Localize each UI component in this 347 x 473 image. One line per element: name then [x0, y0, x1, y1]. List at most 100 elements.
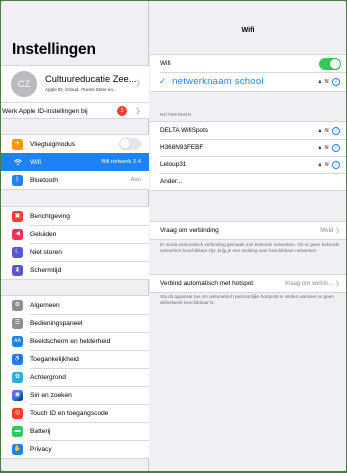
speaker-icon: ◀ [12, 228, 23, 240]
wifi-toggle[interactable] [319, 57, 341, 70]
update-badge: 1 [117, 106, 127, 116]
info-icon[interactable]: i [332, 77, 340, 86]
sidebar-item-label: Privacy [30, 445, 52, 453]
ask-to-join-footer: Er wordt automatisch verbinding gemaakt … [160, 242, 340, 253]
network-status-icons: 🔒︎ ≋ i [318, 160, 340, 169]
sidebar-item-beeldscherm[interactable]: AA Beeldscherm en helderheid [1, 332, 149, 350]
ask-to-join-value-text: Meld [320, 228, 334, 234]
toggle-knob [330, 58, 340, 69]
sidebar-item-label: Touch ID en toegangscode [30, 409, 109, 417]
sidebar-item-label: Geluiden [30, 230, 57, 238]
lock-icon: 🔒︎ [318, 144, 322, 151]
sidebar-item-batterij[interactable]: ▬ Batterij [1, 422, 149, 440]
siri-icon: ◉ [12, 389, 23, 401]
ask-to-join-row[interactable]: Vraag om verbinding Meld ❯ [150, 222, 346, 239]
chevron-right-icon: ❯ [334, 281, 340, 287]
ask-to-join-group: Vraag om verbinding Meld ❯ [150, 221, 346, 240]
hand-icon: ✋ [12, 443, 23, 455]
sidebar-item-niet-storen[interactable]: ☾ Niet storen [1, 243, 149, 261]
profile-name: Cultuureducatie Zee... [45, 74, 137, 84]
ask-to-join-value: Meld ❯ [320, 227, 340, 234]
lock-icon: 🔒︎ [318, 127, 322, 134]
flower-icon: ✿ [12, 371, 23, 383]
page-title: Instellingen [12, 41, 96, 58]
settings-sidebar: Instellingen CZ Cultuureducatie Zee... A… [1, 1, 149, 471]
general-group: ⚙ Algemeen ☰ Bedieningspaneel AA Beeldsc… [1, 295, 149, 459]
info-icon[interactable]: i [332, 160, 340, 169]
battery-settings-icon: ▬ [12, 425, 23, 437]
wifi-main-group: Wifi ✓ netwerknaam school 🔒︎ ≋ i [150, 54, 346, 92]
info-icon[interactable]: i [332, 126, 340, 135]
sidebar-item-bedieningspaneel[interactable]: ☰ Bedieningspaneel [1, 314, 149, 332]
auto-join-hotspot-label: Verbind automatisch met hotspot [160, 280, 254, 287]
sidebar-item-label: Achtergrond [30, 373, 66, 381]
sidebar-item-achtergrond[interactable]: ✿ Achtergrond [1, 368, 149, 386]
network-row[interactable]: DELTA WifiSpots 🔒︎ ≋ i [150, 122, 346, 139]
sidebar-item-label: Beeldscherm en helderheid [30, 337, 111, 345]
sidebar-item-siri[interactable]: ◉ Siri en zoeken [1, 386, 149, 404]
sidebar-item-label: Bluetooth [30, 176, 58, 184]
ask-to-join-label: Vraag om verbinding [160, 227, 219, 234]
network-row[interactable]: H368N93FEBF 🔒︎ ≋ i [150, 139, 346, 156]
sidebar-item-schermtijd[interactable]: ⧗ Schermtijd [1, 261, 149, 279]
network-status-icons: 🔒︎ ≋ i [318, 126, 340, 135]
other-network-row[interactable]: Ander... [150, 173, 346, 190]
update-apple-id-label: Werk Apple ID-instellingen bij [2, 108, 88, 115]
wifi-icon [12, 156, 23, 168]
auto-join-hotspot-value-text: Vraag om verbin... [284, 281, 334, 287]
sidebar-item-wifi[interactable]: Wifi Bifi netwerk 2.4 [1, 153, 149, 171]
network-status-icons: 🔒︎ ≋ i [318, 77, 340, 86]
wifi-signal-icon: ≋ [324, 161, 329, 168]
wifi-detail-pane: Wifi Wifi ✓ netwerknaam school 🔒︎ ≋ i NE… [150, 1, 346, 471]
connected-network-row[interactable]: ✓ netwerknaam school 🔒︎ ≋ i [150, 72, 346, 91]
network-name: DELTA WifiSpots [160, 127, 209, 134]
network-status-icons: 🔒︎ ≋ i [318, 143, 340, 152]
sidebar-item-geluiden[interactable]: ◀ Geluiden [1, 225, 149, 243]
sidebar-item-label: Algemeen [30, 301, 60, 309]
wifi-toggle-row: Wifi [150, 55, 346, 72]
hotspot-group: Verbind automatisch met hotspot Vraag om… [150, 274, 346, 293]
bluetooth-status: Aan [130, 177, 141, 183]
other-network-label: Ander... [160, 178, 183, 185]
airplane-mode-toggle[interactable] [119, 138, 141, 150]
sidebar-item-label: Siri en zoeken [30, 391, 72, 399]
sidebar-item-label: Toegankelijkheid [30, 355, 79, 363]
lock-icon: 🔒︎ [318, 161, 322, 168]
sidebar-item-label: Vliegtuigmodus [30, 140, 76, 148]
text-size-icon: AA [12, 335, 23, 347]
ipad-screen: 15:04 Vr 16 apr. ≋ 49% Instellingen CZ C… [1, 1, 346, 471]
sidebar-item-berichtgeving[interactable]: ▣ Berichtgeving [1, 207, 149, 225]
chevron-right-icon: ❯ [135, 108, 141, 115]
network-name: H368N93FEBF [160, 144, 204, 151]
network-name: Leloup31 [160, 161, 187, 168]
sidebar-item-vliegtuigmodus[interactable]: ✈ Vliegtuigmodus [1, 135, 149, 153]
sidebar-item-label: Batterij [30, 427, 51, 435]
info-icon[interactable]: i [332, 143, 340, 152]
hourglass-icon: ⧗ [12, 264, 23, 276]
network-row[interactable]: Leloup31 🔒︎ ≋ i [150, 156, 346, 173]
moon-icon: ☾ [12, 246, 23, 258]
airplane-icon: ✈ [12, 138, 23, 150]
sliders-icon: ☰ [12, 317, 23, 329]
profile-subtitle: Apple ID, iCloud, iTunes Store en... [45, 87, 117, 92]
detail-title: Wifi [241, 25, 255, 34]
hotspot-footer: Sta dit apparaat toe om automatisch pers… [160, 294, 334, 305]
wifi-signal-icon: ≋ [324, 78, 329, 85]
update-apple-id-row[interactable]: Werk Apple ID-instellingen bij 1 ❯ [1, 103, 149, 120]
bluetooth-icon: ᛒ [12, 174, 23, 186]
sidebar-item-algemeen[interactable]: ⚙ Algemeen [1, 296, 149, 314]
sidebar-item-privacy[interactable]: ✋ Privacy [1, 440, 149, 458]
apple-id-profile[interactable]: CZ Cultuureducatie Zee... Apple ID, iClo… [1, 65, 149, 119]
avatar: CZ [11, 71, 37, 97]
sidebar-item-touch-id[interactable]: ◎ Touch ID en toegangscode [1, 404, 149, 422]
sidebar-item-toegankelijkheid[interactable]: ♿ Toegankelijkheid [1, 350, 149, 368]
sidebar-item-label: Niet storen [30, 248, 62, 256]
sidebar-item-bluetooth[interactable]: ᛒ Bluetooth Aan [1, 171, 149, 189]
notifications-icon: ▣ [12, 210, 23, 222]
fingerprint-icon: ◎ [12, 407, 23, 419]
gear-icon: ⚙ [12, 299, 23, 311]
auto-join-hotspot-row[interactable]: Verbind automatisch met hotspot Vraag om… [150, 275, 346, 292]
sidebar-item-label: Schermtijd [30, 266, 62, 274]
wifi-signal-icon: ≋ [324, 127, 329, 134]
accessibility-icon: ♿ [12, 353, 23, 365]
